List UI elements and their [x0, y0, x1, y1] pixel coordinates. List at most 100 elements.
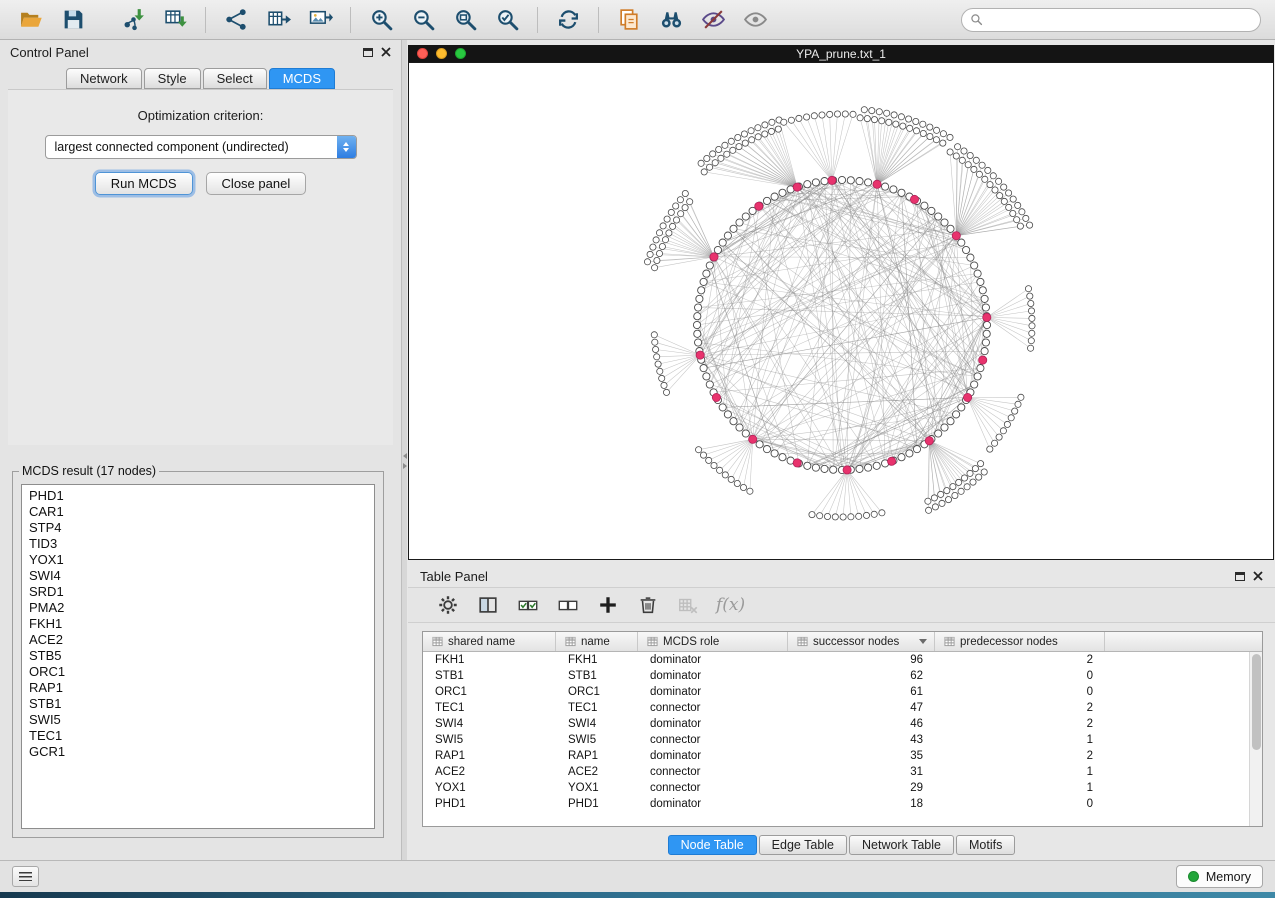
deselect-all-columns-button[interactable]	[550, 590, 586, 620]
table-row[interactable]: SWI5SWI5connector431	[423, 732, 1249, 748]
table-cell: SWI4	[556, 716, 638, 732]
search-box[interactable]	[961, 8, 1261, 32]
copy-button[interactable]	[608, 3, 650, 37]
mcds-result-item[interactable]: PHD1	[22, 488, 374, 504]
show-all-button[interactable]	[734, 3, 776, 37]
table-row[interactable]: RAP1RAP1dominator352	[423, 748, 1249, 764]
status-menu-button[interactable]	[12, 866, 39, 887]
column-header-shared-name[interactable]: shared name	[423, 632, 556, 651]
table-settings-button[interactable]	[430, 590, 466, 620]
new-network-button[interactable]	[215, 3, 257, 37]
sort-caret-icon[interactable]	[919, 639, 927, 644]
trash-icon	[637, 594, 659, 616]
scrollbar-thumb[interactable]	[1252, 654, 1261, 750]
show-columns-button[interactable]	[470, 590, 506, 620]
mcds-result-item[interactable]: TEC1	[22, 728, 374, 744]
network-graph[interactable]	[409, 63, 1273, 559]
zoom-fit-button[interactable]	[444, 3, 486, 37]
mcds-result-list[interactable]: PHD1CAR1STP4TID3YOX1SWI4SRD1PMA2FKH1ACE2…	[21, 484, 375, 829]
function-builder-button[interactable]: f(x)	[710, 595, 745, 615]
mcds-result-item[interactable]: PMA2	[22, 600, 374, 616]
save-session-button[interactable]	[52, 3, 94, 37]
export-image-button[interactable]	[299, 3, 341, 37]
table-cell: connector	[638, 700, 788, 716]
minimize-window-button[interactable]	[436, 48, 447, 59]
first-neighbors-button[interactable]	[650, 3, 692, 37]
node-table: shared name name MCDS role successor nod…	[422, 631, 1263, 827]
table-row[interactable]: PHD1PHD1dominator180	[423, 796, 1249, 812]
mcds-result-item[interactable]: SWI4	[22, 568, 374, 584]
table-cell: 0	[935, 668, 1105, 684]
tab-style[interactable]: Style	[144, 68, 201, 89]
mcds-result-item[interactable]: GCR1	[22, 744, 374, 760]
import-network-button[interactable]	[112, 3, 154, 37]
mcds-result-item[interactable]: SWI5	[22, 712, 374, 728]
mcds-result-item[interactable]: ORC1	[22, 664, 374, 680]
mcds-result-item[interactable]: STB1	[22, 696, 374, 712]
mcds-result-item[interactable]: YOX1	[22, 552, 374, 568]
open-file-button[interactable]	[10, 3, 52, 37]
table-row[interactable]: SWI4SWI4dominator462	[423, 716, 1249, 732]
float-panel-icon[interactable]	[363, 48, 373, 57]
select-all-columns-button[interactable]	[510, 590, 546, 620]
mcds-result-item[interactable]: CAR1	[22, 504, 374, 520]
close-window-button[interactable]	[417, 48, 428, 59]
table-cell: 96	[788, 652, 935, 668]
tab-edge-table[interactable]: Edge Table	[759, 835, 847, 855]
mcds-result-item[interactable]: ACE2	[22, 632, 374, 648]
import-table-button[interactable]	[154, 3, 196, 37]
float-table-panel-icon[interactable]	[1235, 572, 1245, 581]
network-canvas[interactable]	[408, 62, 1274, 560]
delete-table-button[interactable]	[670, 590, 706, 620]
table-row[interactable]: ACE2ACE2connector311	[423, 764, 1249, 780]
export-table-button[interactable]	[257, 3, 299, 37]
memory-button[interactable]: Memory	[1176, 865, 1263, 888]
run-mcds-button[interactable]: Run MCDS	[95, 172, 193, 195]
tab-mcds[interactable]: MCDS	[269, 68, 335, 89]
table-row[interactable]: ORC1ORC1dominator610	[423, 684, 1249, 700]
network-window: YPA_prune.txt_1	[408, 45, 1274, 560]
mcds-result-item[interactable]: STP4	[22, 520, 374, 536]
create-column-button[interactable]	[590, 590, 626, 620]
delete-columns-button[interactable]	[630, 590, 666, 620]
maximize-window-button[interactable]	[455, 48, 466, 59]
column-header-predecessor-nodes[interactable]: predecessor nodes	[935, 632, 1105, 651]
search-input[interactable]	[989, 13, 1252, 27]
unchecked-boxes-icon	[557, 594, 579, 616]
zoom-selected-button[interactable]	[486, 3, 528, 37]
mcds-result-item[interactable]: TID3	[22, 536, 374, 552]
close-table-panel-icon[interactable]	[1253, 571, 1263, 581]
criterion-dropdown[interactable]: largest connected component (undirected)	[45, 135, 357, 159]
table-body[interactable]: FKH1FKH1dominator962STB1STB1dominator620…	[423, 652, 1262, 826]
zoom-out-icon	[411, 7, 436, 32]
table-scrollbar[interactable]	[1249, 652, 1262, 826]
table-row[interactable]: TEC1TEC1connector472	[423, 700, 1249, 716]
tab-network[interactable]: Network	[66, 68, 142, 89]
column-header-name[interactable]: name	[556, 632, 638, 651]
column-header-mcds-role[interactable]: MCDS role	[638, 632, 788, 651]
zoom-out-button[interactable]	[402, 3, 444, 37]
close-panel-button[interactable]: Close panel	[206, 172, 307, 195]
hide-selected-button[interactable]	[692, 3, 734, 37]
table-row[interactable]: YOX1YOX1connector291	[423, 780, 1249, 796]
dropdown-stepper-icon	[337, 136, 356, 158]
control-panel-title: Control Panel	[10, 45, 355, 60]
table-cell: 43	[788, 732, 935, 748]
refresh-view-button[interactable]	[547, 3, 589, 37]
zoom-in-button[interactable]	[360, 3, 402, 37]
column-header-successor-nodes[interactable]: successor nodes	[788, 632, 935, 651]
toolbar-separator	[205, 7, 206, 33]
mcds-result-item[interactable]: SRD1	[22, 584, 374, 600]
tab-select[interactable]: Select	[203, 68, 267, 89]
table-row[interactable]: FKH1FKH1dominator962	[423, 652, 1249, 668]
tab-node-table[interactable]: Node Table	[668, 835, 757, 855]
mcds-result-group: MCDS result (17 nodes) PHD1CAR1STP4TID3Y…	[12, 464, 384, 838]
mcds-result-item[interactable]: STB5	[22, 648, 374, 664]
mcds-result-item[interactable]: FKH1	[22, 616, 374, 632]
tab-network-table[interactable]: Network Table	[849, 835, 954, 855]
tab-motifs[interactable]: Motifs	[956, 835, 1015, 855]
mcds-result-item[interactable]: RAP1	[22, 680, 374, 696]
close-panel-icon[interactable]	[381, 47, 391, 57]
table-cell: dominator	[638, 668, 788, 684]
table-row[interactable]: STB1STB1dominator620	[423, 668, 1249, 684]
